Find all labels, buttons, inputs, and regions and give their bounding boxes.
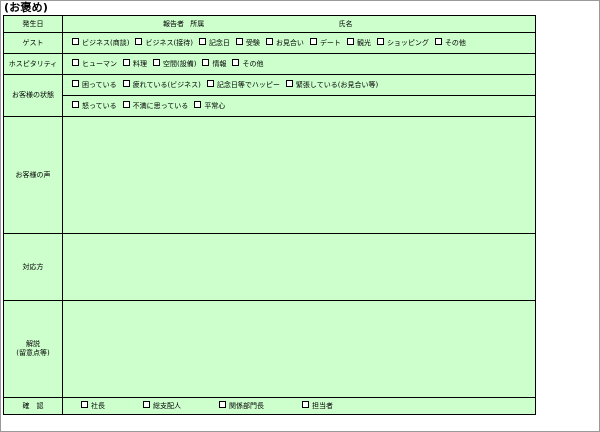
checkbox[interactable] bbox=[153, 59, 160, 66]
checkbox[interactable] bbox=[135, 38, 143, 45]
explanation-field[interactable] bbox=[62, 300, 536, 398]
checkbox[interactable] bbox=[72, 59, 79, 66]
customer-state-option[interactable]: 不満に思っている bbox=[122, 101, 188, 111]
header-row: 発生日 報告者 所属 氏名 bbox=[3, 15, 536, 33]
form-title: (お褒め) bbox=[4, 1, 49, 14]
checkbox[interactable] bbox=[122, 101, 130, 108]
guest-label: ゲスト bbox=[3, 32, 63, 54]
explanation-label-line2: (留意点等) bbox=[16, 349, 50, 357]
checkbox[interactable] bbox=[219, 401, 226, 408]
reporter-label: 報告者 bbox=[163, 19, 184, 28]
checkbox[interactable] bbox=[72, 101, 79, 108]
guest-option[interactable]: デート bbox=[309, 38, 341, 48]
checkbox[interactable] bbox=[123, 59, 130, 66]
confirmation-label: 確 認 bbox=[3, 397, 63, 415]
guest-option[interactable]: 観光 bbox=[346, 38, 371, 48]
confirmation-option[interactable]: 関係部門長 bbox=[219, 401, 264, 411]
confirmation-option[interactable]: 総支配人 bbox=[143, 401, 181, 411]
confirmation-option[interactable]: 担当者 bbox=[302, 401, 333, 411]
hospitality-option[interactable]: ヒューマン bbox=[72, 59, 117, 69]
guest-option[interactable]: ビジネス(商談) bbox=[72, 38, 129, 48]
department-label: 所属 bbox=[190, 19, 205, 28]
guest-option[interactable]: ビジネス(接待) bbox=[135, 38, 193, 48]
customer-state-options-2: 怒っている 不満に思っている 平常心 bbox=[62, 95, 536, 117]
customer-state-option[interactable]: 疲れている(ビジネス) bbox=[122, 80, 201, 90]
customer-state-option[interactable]: 困っている bbox=[72, 80, 117, 90]
explanation-row: 解説 (留意点等) bbox=[3, 300, 536, 398]
customer-state-option[interactable]: 緊張している(お見合い等) bbox=[285, 80, 378, 90]
checkbox[interactable] bbox=[143, 401, 150, 408]
hospitality-option[interactable]: 情報 bbox=[202, 59, 226, 69]
guest-option[interactable]: 記念日 bbox=[198, 38, 230, 48]
confirmation-row: 確 認 社長 総支配人 関係部門長 担当者 bbox=[3, 397, 536, 415]
guest-option[interactable]: 受験 bbox=[235, 38, 260, 48]
checkbox[interactable] bbox=[202, 59, 210, 66]
guest-options: ビジネス(商談) ビジネス(接待) 記念日 受験 お見合い デート 観光 ショッピング その他 bbox=[62, 32, 536, 54]
guest-option[interactable]: お見合い bbox=[265, 38, 304, 48]
hospitality-option[interactable]: 料理 bbox=[123, 59, 147, 69]
checkbox[interactable] bbox=[376, 38, 384, 45]
customer-state-row-2: 怒っている 不満に思っている 平常心 bbox=[4, 95, 536, 117]
guest-option[interactable]: その他 bbox=[434, 38, 466, 48]
reporter-info-cell[interactable]: 報告者 所属 氏名 bbox=[62, 15, 536, 33]
response-field[interactable] bbox=[62, 233, 536, 301]
checkbox[interactable] bbox=[232, 59, 240, 66]
customer-state-options-1: 困っている 疲れている(ビジネス) 記念日等でハッピー 緊張している(お見合い等) bbox=[62, 74, 536, 96]
checkbox[interactable] bbox=[309, 38, 317, 45]
checkbox[interactable] bbox=[122, 80, 130, 87]
report-form: 発生日 報告者 所属 氏名 ゲスト ビジネス(商談) ビジネス(接待) 記念日 受験お… bbox=[3, 15, 536, 415]
checkbox[interactable] bbox=[81, 401, 88, 408]
confirmation-option[interactable]: 社長 bbox=[81, 401, 105, 411]
hospitality-option[interactable]: 空間(設備) bbox=[153, 59, 196, 69]
checkbox[interactable] bbox=[198, 38, 206, 45]
hospitality-options: ヒューマン 料理 空間(設備) 情報 その他 bbox=[62, 53, 536, 75]
checkbox[interactable] bbox=[72, 38, 79, 45]
hospitality-label: ホスピタリティ bbox=[3, 53, 63, 75]
response-row: 対応方 bbox=[3, 233, 536, 301]
customer-voice-field[interactable] bbox=[62, 116, 536, 234]
explanation-label: 解説 (留意点等) bbox=[3, 300, 63, 398]
checkbox[interactable] bbox=[206, 80, 214, 87]
checkbox[interactable] bbox=[285, 80, 293, 87]
checkbox[interactable] bbox=[265, 38, 273, 45]
customer-state-option[interactable]: 怒っている bbox=[72, 101, 117, 111]
customer-state-label: お客様の状態 bbox=[3, 74, 63, 117]
confirmation-options: 社長 総支配人 関係部門長 担当者 bbox=[62, 397, 536, 415]
checkbox[interactable] bbox=[302, 401, 309, 408]
customer-state-row-1: お客様の状態 困っている 疲れている(ビジネス) 記念日等でハッピー 緊張している(お… bbox=[3, 74, 536, 117]
guest-row: ゲスト ビジネス(商談) ビジネス(接待) 記念日 受験 お見合い デート 観光 ショッピング… bbox=[3, 32, 536, 54]
checkbox[interactable] bbox=[434, 38, 442, 45]
checkbox[interactable] bbox=[235, 38, 243, 45]
customer-state-option[interactable]: 平常心 bbox=[194, 101, 225, 111]
hospitality-option[interactable]: その他 bbox=[232, 59, 263, 69]
customer-voice-label: お客様の声 bbox=[3, 116, 63, 234]
checkbox[interactable] bbox=[346, 38, 354, 45]
name-label: 氏名 bbox=[338, 19, 353, 28]
guest-option[interactable]: ショッピング bbox=[376, 38, 429, 48]
customer-voice-row: お客様の声 bbox=[3, 116, 536, 234]
customer-state-option[interactable]: 記念日等でハッピー bbox=[206, 80, 280, 90]
occurrence-date-label: 発生日 bbox=[3, 15, 63, 33]
response-label: 対応方 bbox=[3, 233, 63, 301]
checkbox[interactable] bbox=[72, 80, 79, 87]
hospitality-row: ホスピタリティ ヒューマン 料理 空間(設備) 情報 その他 bbox=[3, 53, 536, 75]
explanation-label-line1: 解説 bbox=[26, 340, 40, 348]
checkbox[interactable] bbox=[194, 101, 202, 108]
